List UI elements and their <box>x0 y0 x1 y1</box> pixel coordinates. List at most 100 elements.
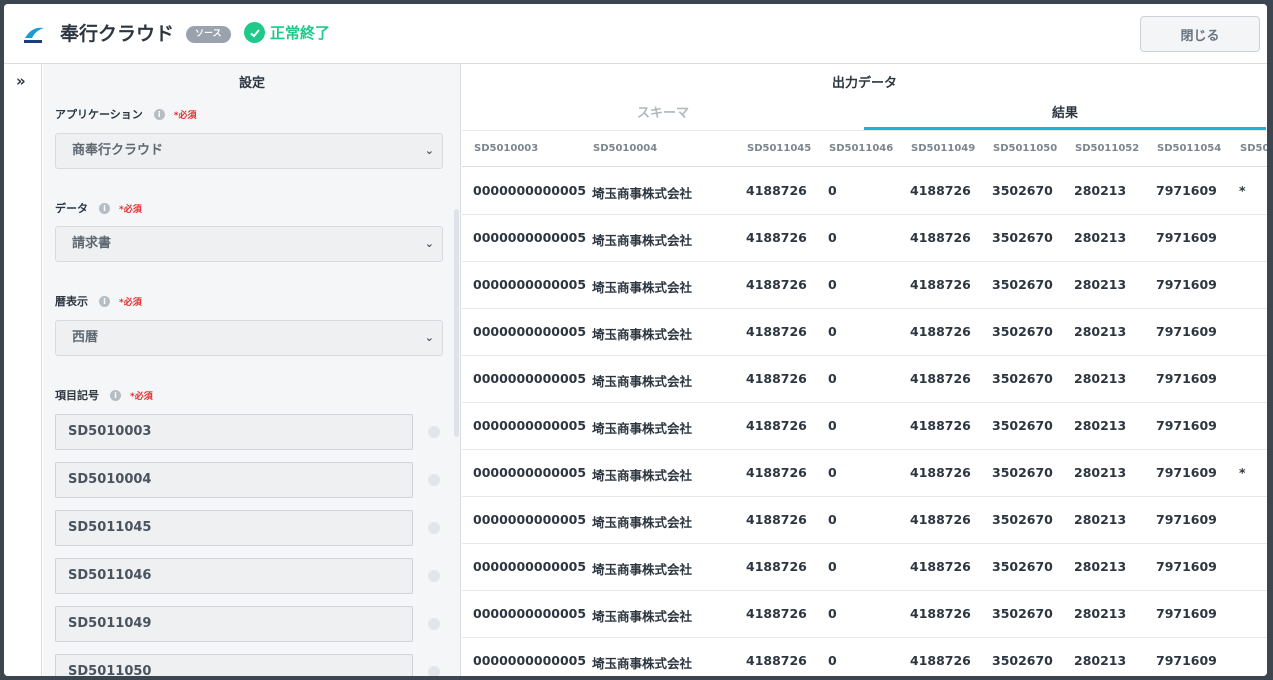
item-codes-label-text: 項目記号 <box>55 389 99 402</box>
table-cell: 4188726 <box>910 559 971 574</box>
table-cell: 7971609 <box>1156 277 1217 292</box>
table-row[interactable]: 0000000000005 埼玉商事株式会社 4188726 0 4188726 3502… <box>462 215 1267 262</box>
column-header[interactable]: SD5011052 <box>1075 143 1139 154</box>
item-code-input[interactable]: SD5011046 <box>55 558 413 594</box>
table-cell: 埼玉商事株式会社 <box>592 186 693 201</box>
table-cell: 4188726 <box>746 277 807 292</box>
remove-item-icon[interactable] <box>428 522 440 534</box>
table-row[interactable]: 0000000000005 埼玉商事株式会社 4188726 0 4188726 3502… <box>462 309 1267 356</box>
column-header[interactable]: SD5011049 <box>911 143 975 154</box>
table-cell: 0000000000005 <box>473 559 587 574</box>
table-row[interactable]: 0000000000005 埼玉商事株式会社 4188726 0 4188726 3502… <box>462 544 1267 591</box>
double-chevron-right-icon[interactable]: » <box>16 72 26 90</box>
info-icon[interactable]: i <box>153 108 165 120</box>
column-header[interactable]: SD5011046 <box>829 143 893 154</box>
table-row[interactable]: 0000000000005 埼玉商事株式会社 4188726 0 4188726 3502… <box>462 638 1267 676</box>
item-code-input[interactable]: SD5011045 <box>55 510 413 546</box>
table-header: SD5010003 SD5010004 SD5011045 SD5011046 SD50… <box>462 130 1267 167</box>
column-header[interactable]: SD50 <box>1240 143 1267 154</box>
table-cell: 7971609 <box>1156 512 1217 527</box>
remove-item-icon[interactable] <box>428 618 440 630</box>
column-header[interactable]: SD5011045 <box>747 143 811 154</box>
table-cell: 280213 <box>1074 324 1127 339</box>
output-title: 出力データ <box>831 76 897 91</box>
required-mark: *必須 <box>119 204 142 215</box>
tab-schema[interactable]: スキーマ <box>462 102 864 128</box>
column-header[interactable]: SD5010003 <box>474 143 538 154</box>
info-icon[interactable]: i <box>110 389 121 401</box>
remove-item-icon[interactable] <box>428 666 440 676</box>
table-row[interactable]: 0000000000005 埼玉商事株式会社 4188726 0 4188726 3502… <box>462 356 1267 403</box>
table-cell: 3502670 <box>992 559 1053 574</box>
table-cell: 0000000000005 <box>473 371 587 386</box>
table-cell: 埼玉商事株式会社 <box>592 609 693 624</box>
table-cell: 埼玉商事株式会社 <box>592 233 693 248</box>
remove-item-icon[interactable] <box>428 570 440 582</box>
item-code-input[interactable]: SD5011050 <box>55 654 413 676</box>
table-row[interactable]: 0000000000005 埼玉商事株式会社 4188726 0 4188726 3502… <box>462 450 1267 497</box>
table-cell: 4188726 <box>746 183 807 198</box>
table-cell: 3502670 <box>992 324 1053 339</box>
table-cell: 4188726 <box>746 465 807 480</box>
table-row[interactable]: 0000000000005 埼玉商事株式会社 4188726 0 4188726 3502… <box>462 403 1267 450</box>
check-circle-icon <box>244 22 265 43</box>
table-cell: 3502670 <box>992 418 1053 433</box>
item-code-input[interactable]: SD5010003 <box>55 414 413 450</box>
table-cell: 7971609 <box>1156 371 1217 386</box>
table-row[interactable]: 0000000000005 埼玉商事株式会社 4188726 0 4188726 3502… <box>462 591 1267 638</box>
table-cell: 7971609 <box>1156 606 1217 621</box>
application-label: アプリケーション i *必須 <box>55 106 197 122</box>
table-cell: 4188726 <box>910 465 971 480</box>
table-cell: 4188726 <box>910 512 971 527</box>
info-icon[interactable]: i <box>99 295 110 307</box>
table-cell: 0 <box>828 606 837 621</box>
table-cell: 4188726 <box>746 324 807 339</box>
column-header[interactable]: SD5010004 <box>593 143 657 154</box>
data-select[interactable]: 請求書 ⌄ <box>55 226 443 262</box>
column-header[interactable]: SD5011050 <box>993 143 1057 154</box>
table-cell: 280213 <box>1074 277 1127 292</box>
table-cell: 0000000000005 <box>473 183 587 198</box>
table-cell: 3502670 <box>992 230 1053 245</box>
table-row[interactable]: 0000000000005 埼玉商事株式会社 4188726 0 4188726 3502… <box>462 497 1267 544</box>
calendar-select[interactable]: 西暦 ⌄ <box>55 320 443 356</box>
table-cell: 3502670 <box>992 606 1053 621</box>
table-cell: 280213 <box>1074 606 1127 621</box>
table-cell: 0000000000005 <box>473 653 587 668</box>
remove-item-icon[interactable] <box>428 474 440 486</box>
table-cell: 4188726 <box>746 371 807 386</box>
modal-header: 奉行クラウド ソース 正常終了 閉じる <box>4 4 1267 64</box>
data-label: データ i *必須 <box>55 200 142 216</box>
settings-scrollbar[interactable] <box>454 209 459 437</box>
application-select[interactable]: 商奉行クラウド ⌄ <box>55 133 443 169</box>
info-icon[interactable]: i <box>99 202 110 214</box>
table-cell: 埼玉商事株式会社 <box>592 468 693 483</box>
table-cell: 4188726 <box>746 418 807 433</box>
item-code-input[interactable]: SD5011049 <box>55 606 413 642</box>
table-cell: 4188726 <box>746 653 807 668</box>
table-cell: 280213 <box>1074 371 1127 386</box>
tab-result[interactable]: 結果 <box>864 102 1266 130</box>
column-header[interactable]: SD5011054 <box>1157 143 1221 154</box>
application-label-text: アプリケーション <box>55 108 143 121</box>
table-row[interactable]: 0000000000005 埼玉商事株式会社 4188726 0 4188726 3502… <box>462 168 1267 215</box>
remove-item-icon[interactable] <box>428 426 440 438</box>
close-button[interactable]: 閉じる <box>1140 16 1260 52</box>
table-cell: 0 <box>828 465 837 480</box>
chevron-down-icon: ⌄ <box>424 331 434 344</box>
table-cell: 埼玉商事株式会社 <box>592 327 693 342</box>
output-panel: 出力データ スキーマ 結果 SD5010003 SD5010004 SD501104… <box>462 64 1267 676</box>
table-cell: 3502670 <box>992 277 1053 292</box>
table-cell: * <box>1239 465 1246 480</box>
table-cell: 0 <box>828 653 837 668</box>
table-cell: 7971609 <box>1156 465 1217 480</box>
table-cell: 0000000000005 <box>473 324 587 339</box>
table-cell: 埼玉商事株式会社 <box>592 562 693 577</box>
table-row[interactable]: 0000000000005 埼玉商事株式会社 4188726 0 4188726 3502… <box>462 262 1267 309</box>
table-cell: 埼玉商事株式会社 <box>592 656 693 671</box>
table-cell: 4188726 <box>910 277 971 292</box>
table-cell: 4188726 <box>746 512 807 527</box>
table-cell: 埼玉商事株式会社 <box>592 374 693 389</box>
table-cell: 4188726 <box>910 183 971 198</box>
item-code-input[interactable]: SD5010004 <box>55 462 413 498</box>
